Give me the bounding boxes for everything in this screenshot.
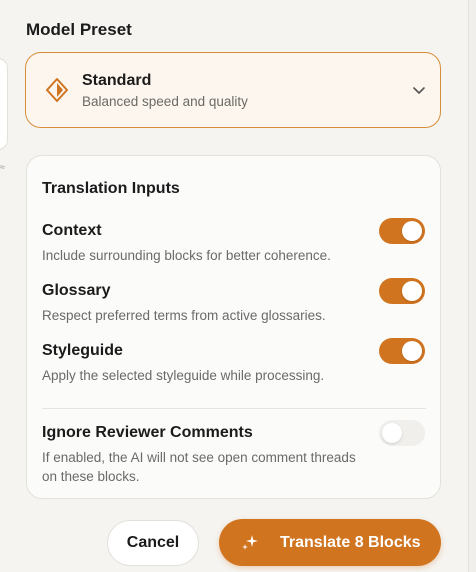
preset-description: Balanced speed and quality [82, 94, 248, 109]
context-toggle[interactable] [379, 218, 425, 244]
styleguide-option: Styleguide Apply the selected styleguide… [42, 342, 427, 385]
option-title: Ignore Reviewer Comments [42, 424, 253, 441]
translation-inputs-card: Translation Inputs Context Include surro… [26, 155, 441, 499]
model-preset-title: Model Preset [26, 20, 132, 39]
cancel-button[interactable]: Cancel [107, 520, 199, 566]
translation-inputs-title: Translation Inputs [42, 180, 180, 197]
styleguide-toggle[interactable] [379, 338, 425, 364]
model-preset-select[interactable]: Standard Balanced speed and quality [25, 52, 441, 128]
option-description: Apply the selected styleguide while proc… [42, 368, 325, 383]
diamond-icon [46, 78, 68, 102]
translate-button-label: Translate 8 Blocks [280, 534, 421, 551]
context-option: Context Include surrounding blocks for b… [42, 222, 427, 265]
option-description: If enabled, the AI will not see open com… [42, 450, 356, 484]
option-description: Respect preferred terms from active glos… [42, 308, 326, 323]
scrollbar[interactable] [468, 0, 476, 572]
preset-name: Standard [82, 72, 152, 89]
glossary-option: Glossary Respect preferred terms from ac… [42, 282, 427, 325]
background-panel-edge [0, 58, 8, 150]
ignore-comments-option: Ignore Reviewer Comments If enabled, the… [42, 424, 362, 486]
glossary-toggle[interactable] [379, 278, 425, 304]
divider [42, 408, 426, 409]
sparkle-icon [242, 535, 258, 550]
translate-blocks-button[interactable]: Translate 8 Blocks [219, 519, 441, 566]
resize-handle-icon: ≈ [0, 162, 5, 172]
ignore-comments-toggle[interactable] [379, 420, 425, 446]
option-description: Include surrounding blocks for better co… [42, 248, 331, 263]
chevron-down-icon [413, 87, 425, 94]
option-title: Context [42, 222, 102, 239]
option-title: Styleguide [42, 342, 123, 359]
option-title: Glossary [42, 282, 111, 299]
